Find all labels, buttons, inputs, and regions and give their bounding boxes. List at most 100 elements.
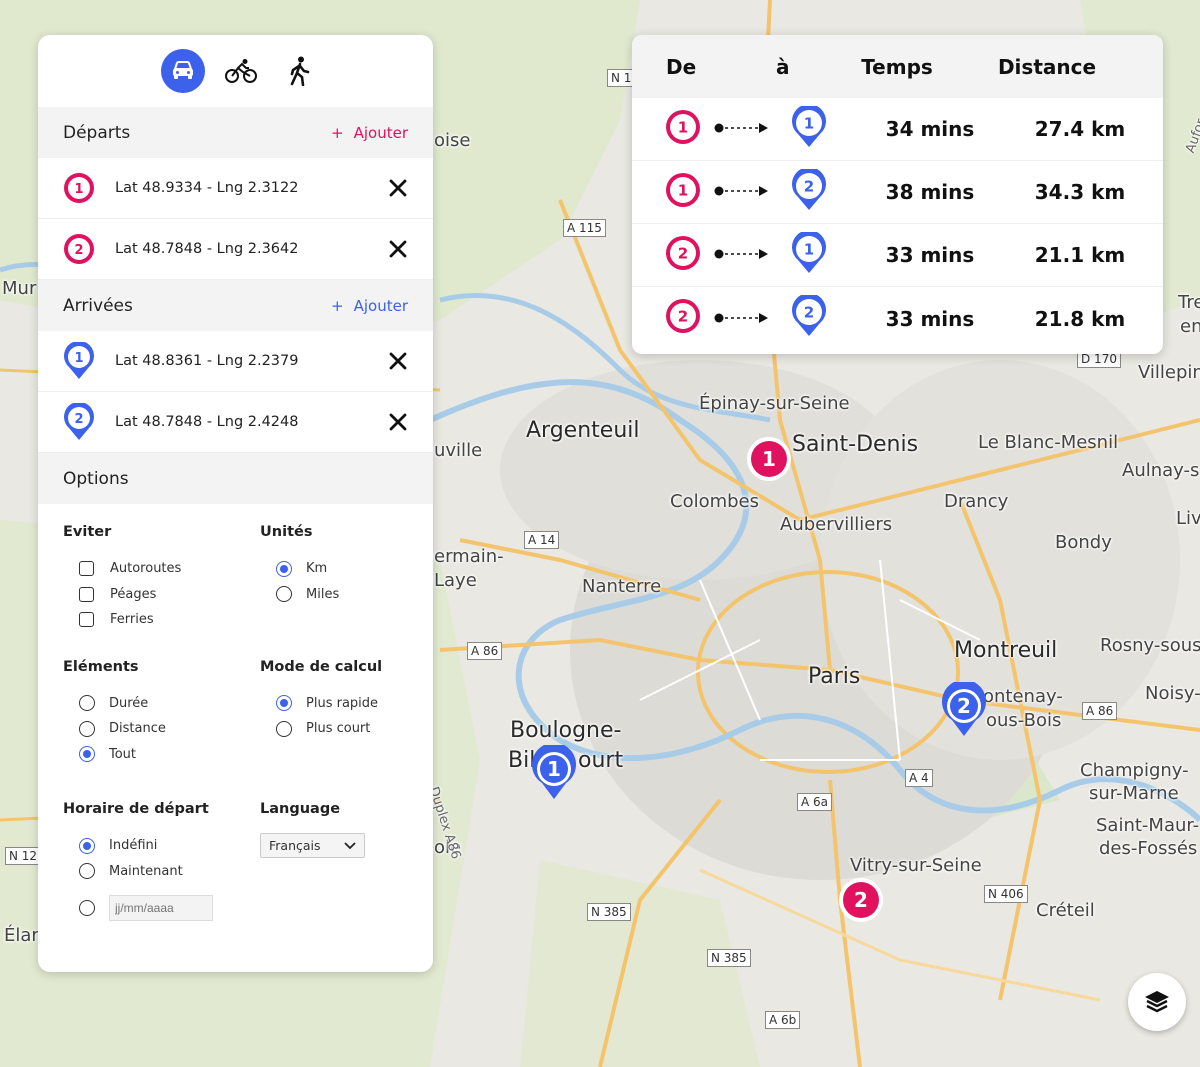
to-pin-icon: 1 [791,103,827,153]
close-icon[interactable] [388,239,408,259]
departure-marker-2[interactable]: 2 [837,876,885,924]
road-shield: N 406 [984,885,1028,903]
walk-mode-button[interactable] [277,49,321,93]
checkbox[interactable] [79,612,94,628]
arrival-pin-icon: 1 [63,342,95,379]
elements-distance-option[interactable]: Distance [63,716,260,742]
units-miles-option[interactable]: Miles [260,582,430,608]
arrival-marker-1[interactable]: 1 [530,742,578,801]
close-icon[interactable] [388,178,408,198]
checkbox[interactable] [79,586,94,602]
distance-cell: 34.3 km [1034,180,1126,204]
checkbox[interactable] [79,561,94,577]
marker-number: 1 [547,757,561,781]
add-departure-button[interactable]: + Ajouter [331,124,408,142]
radio-button[interactable] [79,720,95,737]
add-departure-label: Ajouter [353,123,408,142]
date-input[interactable] [109,895,213,921]
avoid-tolls-option[interactable]: Péages [63,582,260,608]
time-date-option[interactable] [63,890,260,926]
bicycle-icon [224,59,257,83]
close-icon[interactable] [388,412,408,432]
arrival-item: 2 Lat 48.7848 - Lng 2.4248 [38,392,433,453]
departure-coordinates: Lat 48.9334 - Lng 2.3122 [115,180,299,196]
option-label: Tout [109,746,137,762]
to-number: 2 [804,304,814,322]
elements-all-option[interactable]: Tout [63,742,260,768]
from-number: 1 [678,181,688,199]
layers-button[interactable] [1128,973,1186,1031]
place-label: Créteil [1036,900,1095,921]
place-label: Laye [434,570,477,591]
language-group: Language Français [260,801,430,926]
results-header-row: De à Temps Distance [632,35,1163,98]
option-label: Ferries [110,612,154,628]
departure-coordinates: Lat 48.7848 - Lng 2.3642 [115,241,299,257]
departure-time-title: Horaire de départ [63,801,209,817]
language-select[interactable]: Français [260,833,365,858]
time-undefined-option[interactable]: Indéfini [63,833,260,859]
transport-mode-selector [38,35,433,107]
results-body: 1 1 34 mins 27.4 km 1 2 38 mins 34.3 km 2 1 33 min… [632,98,1163,350]
radio-button[interactable] [79,695,95,712]
arrival-coordinates: Lat 48.8361 - Lng 2.2379 [115,353,299,369]
radio-button[interactable] [276,586,292,603]
radio-button[interactable] [79,746,95,763]
departure-marker-1[interactable]: 1 [745,435,793,483]
radio-button[interactable] [276,720,292,737]
close-icon[interactable] [388,351,408,371]
to-pin-icon: 1 [791,229,827,279]
elements-duration-option[interactable]: Durée [63,691,260,717]
place-label: Colombes [670,491,760,512]
arrow-icon [713,307,773,331]
radio-button[interactable] [276,695,292,712]
time-cell: 34 mins [885,117,975,141]
place-label: Drancy [944,491,1009,512]
header-time: Temps [861,54,933,79]
arrival-marker-2[interactable]: 2 [940,679,988,738]
marker-number: 2 [854,888,868,912]
time-cell: 33 mins [885,306,975,331]
svg-text:2: 2 [74,243,83,258]
place-label: Élar [4,925,39,946]
departure-badge-icon: 1 [63,170,95,206]
distance-cell: 21.1 km [1034,243,1126,267]
avoid-highways-option[interactable]: Autoroutes [63,556,260,582]
car-mode-button[interactable] [160,49,205,93]
results-row: 2 2 33 mins 21.8 km [632,287,1163,350]
place-label: en [1180,316,1200,337]
from-number: 1 [678,118,688,136]
radio-button[interactable] [79,900,95,916]
place-label: Montreuil [954,638,1058,663]
time-cell: 33 mins [885,243,975,267]
header-distance: Distance [997,54,1097,79]
time-now-option[interactable]: Maintenant [63,859,260,885]
option-label: Miles [306,586,340,602]
option-label: Distance [109,721,166,737]
departure-badge-icon: 2 [63,231,95,267]
results-row: 1 1 34 mins 27.4 km [632,98,1163,161]
place-label: Mur [2,278,37,299]
place-label: des-Fossés [1099,838,1198,859]
road-shield: A 14 [524,531,560,549]
radio-button[interactable] [79,863,95,880]
bike-mode-button[interactable] [219,49,263,93]
plus-icon: + [331,296,344,315]
units-km-option[interactable]: Km [260,556,430,582]
place-label: oise [434,130,471,151]
road-shield: A 6a [797,793,833,811]
place-label: Saint-Denis [792,432,919,457]
radio-button[interactable] [276,560,292,577]
radio-button[interactable] [79,837,95,854]
calc-shortest-option[interactable]: Plus court [260,716,430,742]
arrow-icon [713,180,773,204]
place-label: Boulogne- [510,718,622,743]
calc-fastest-option[interactable]: Plus rapide [260,691,430,717]
add-arrival-button[interactable]: + Ajouter [331,297,408,315]
avoid-ferries-option[interactable]: Ferries [63,607,260,633]
distance-cell: 21.8 km [1034,306,1126,331]
place-label: Villepin [1138,362,1200,383]
svg-text:2: 2 [74,412,83,427]
road-shield: N 385 [587,903,631,921]
route-panel: Départs + Ajouter 1 Lat 48.9334 - Lng 2.… [38,35,433,972]
